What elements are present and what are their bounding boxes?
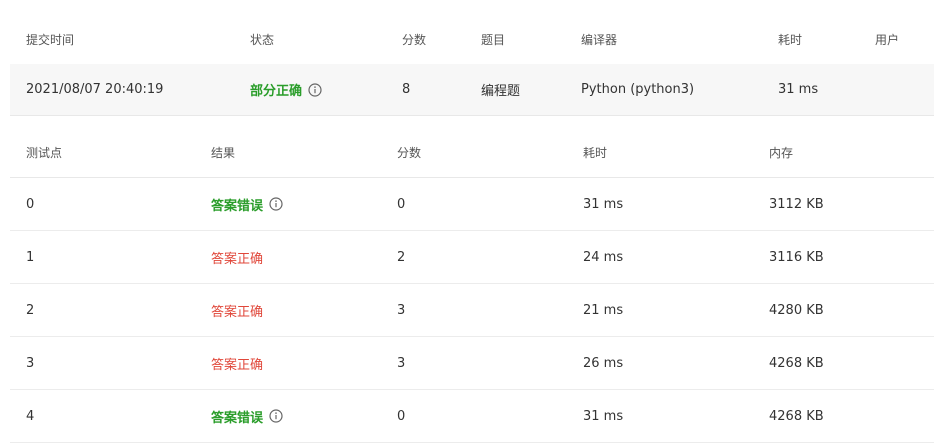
testcase-point: 2 — [26, 302, 35, 318]
submission-row: 2021/08/07 20:40:19 部分正确 8 编程题 Python (p… — [10, 64, 934, 116]
testcase-time: 21 ms — [583, 302, 624, 318]
testcase-score: 0 — [397, 408, 406, 424]
col-tc-time-header: 耗时 — [583, 146, 608, 160]
col-score-header: 分数 — [402, 32, 427, 47]
submission-status-label[interactable]: 部分正确 — [250, 80, 302, 99]
testcase-time: 31 ms — [583, 408, 624, 424]
col-memory-header: 内存 — [769, 146, 794, 160]
testcase-result: 答案正确 — [211, 231, 263, 283]
testcase-memory: 4268 KB — [769, 355, 824, 371]
testcase-score: 3 — [397, 302, 406, 318]
testcase-result-label[interactable]: 答案正确 — [211, 354, 263, 373]
col-point-header: 测试点 — [26, 146, 63, 160]
testcase-score: 0 — [397, 196, 406, 212]
testcase-result-label[interactable]: 答案正确 — [211, 248, 263, 267]
table-row: 1 答案正确 2 24 ms 3116 KB — [10, 231, 934, 284]
testcase-memory: 3116 KB — [769, 249, 824, 265]
testcase-result: 答案错误 — [211, 390, 283, 442]
testcase-header: 测试点 结果 分数 耗时 内存 — [10, 128, 934, 178]
testcase-time: 26 ms — [583, 355, 624, 371]
table-row: 4 答案错误 0 31 ms 4268 KB — [10, 390, 934, 443]
testcase-result-label[interactable]: 答案错误 — [211, 195, 263, 214]
testcase-memory: 3112 KB — [769, 196, 824, 212]
submission-header: 提交时间 状态 分数 题目 编译器 耗时 用户 — [10, 14, 934, 64]
testcase-point: 3 — [26, 355, 35, 371]
testcase-memory: 4268 KB — [769, 408, 824, 424]
testcase-result: 答案错误 — [211, 178, 283, 230]
submission-status[interactable]: 部分正确 — [250, 64, 322, 115]
info-circle-icon[interactable] — [269, 409, 283, 423]
testcase-result-label[interactable]: 答案正确 — [211, 301, 263, 320]
col-time-header: 耗时 — [778, 32, 803, 47]
testcase-time: 24 ms — [583, 249, 624, 265]
testcase-score: 3 — [397, 355, 406, 371]
testcase-score: 2 — [397, 249, 406, 265]
submission-time-used: 31 ms — [778, 82, 819, 97]
testcase-point: 1 — [26, 249, 35, 265]
col-tc-score-header: 分数 — [397, 146, 422, 160]
submission-compiler: Python (python3) — [581, 82, 695, 97]
table-row: 3 答案正确 3 26 ms 4268 KB — [10, 337, 934, 390]
testcase-result: 答案正确 — [211, 337, 263, 389]
testcase-point: 0 — [26, 196, 35, 212]
submission-score: 8 — [402, 82, 411, 97]
submission-time: 2021/08/07 20:40:19 — [26, 82, 164, 97]
col-problem-header: 题目 — [481, 32, 506, 47]
table-row: 0 答案错误 0 31 ms 3112 KB — [10, 178, 934, 231]
info-circle-icon[interactable] — [269, 197, 283, 211]
col-status-header: 状态 — [250, 32, 275, 47]
testcase-time: 31 ms — [583, 196, 624, 212]
col-compiler-header: 编译器 — [581, 32, 618, 47]
testcase-memory: 4280 KB — [769, 302, 824, 318]
info-circle-icon[interactable] — [308, 82, 322, 97]
col-result-header: 结果 — [211, 146, 236, 160]
col-user-header: 用户 — [875, 32, 900, 47]
col-submit-time-header: 提交时间 — [26, 32, 75, 47]
submission-problem[interactable]: 编程题 — [481, 64, 520, 115]
testcase-result: 答案正确 — [211, 284, 263, 336]
testcase-point: 4 — [26, 408, 35, 424]
table-row: 2 答案正确 3 21 ms 4280 KB — [10, 284, 934, 337]
testcase-result-label[interactable]: 答案错误 — [211, 407, 263, 426]
